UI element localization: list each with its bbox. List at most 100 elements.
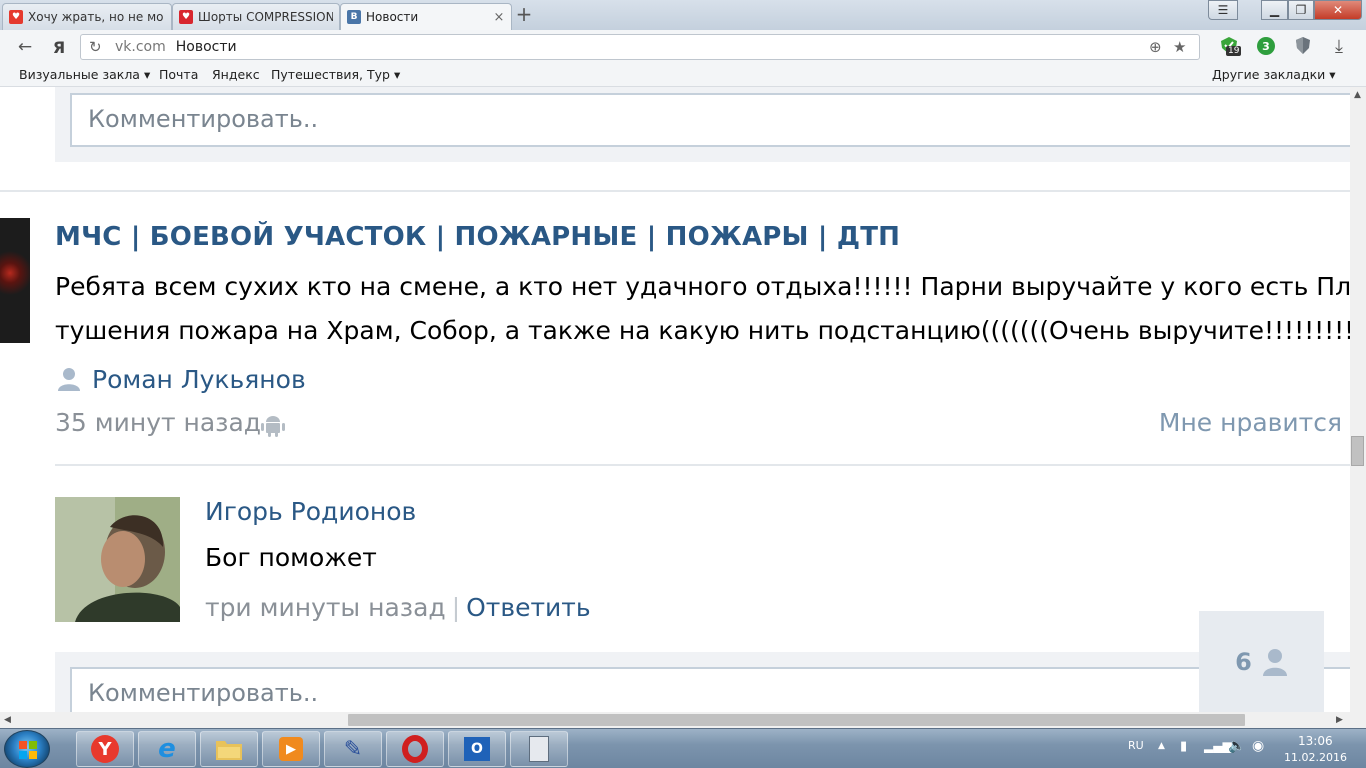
tools-icon: ✎ [343,736,363,762]
close-tab-icon[interactable]: × [493,10,505,25]
tab-1[interactable]: ♥ Хочу жрать, но не мо [2,3,172,30]
vk-favicon-icon: B [347,10,361,24]
bookmark-mail[interactable]: Почта [159,67,198,82]
zoom-icon[interactable]: ⊕ [1149,38,1162,56]
back-arrow-icon[interactable]: ← [14,36,36,58]
tab-bar: ♥ Хочу жрать, но не мо ♥ Шорты COMPRESSI… [0,0,1366,30]
comment-time[interactable]: три минуты назад [205,593,446,622]
post-text-line: тушения пожара на Храм, Собор, а также н… [55,316,1350,345]
address-bar[interactable]: ↻ vk.com Новости ⊕ ★ [80,34,1200,60]
tab-title: Новости [366,10,419,24]
green-extension-icon[interactable]: 3 [1255,35,1277,57]
language-indicator[interactable]: RU [1128,739,1144,752]
reply-link[interactable]: Ответить [466,593,590,622]
green-badge: 3 [1257,37,1275,55]
bookmark-label: Визуальные закла [19,67,140,82]
browser-toolbar: ← Я ↻ vk.com Новости ⊕ ★ [0,30,1366,63]
comment-author-link[interactable]: Игорь Родионов [205,497,416,526]
windows-taskbar: Y e ▶ ✎ O RU ▲ ▮ ▂▄▆ 🔈 ◉ 13:06 11.02.201… [0,728,1366,768]
comment-input-top[interactable]: Комментировать.. [70,93,1350,147]
taskbar-ie[interactable]: e [138,731,196,767]
address-domain: vk.com [115,39,166,55]
online-count: 6 [1235,647,1252,676]
taskbar-yandex-browser[interactable]: Y [76,731,134,767]
opera-icon [402,735,428,763]
minimize-button[interactable]: ▁ [1261,0,1288,20]
new-tab-button[interactable]: + [512,4,536,26]
shield-icon[interactable] [1292,35,1314,57]
tab-favicon-icon: ♥ [179,10,193,24]
tray-expand-icon[interactable]: ▲ [1158,741,1165,751]
online-friends-widget[interactable]: 6 [1199,611,1324,712]
vk-news-feed: Комментировать.. МЧС | БОЕВОЙ УЧАСТОК | … [0,87,1350,712]
user-icon [58,368,80,391]
group-name-link[interactable]: МЧС | БОЕВОЙ УЧАСТОК | ПОЖАРНЫЕ | ПОЖАРЫ… [55,222,900,252]
yandex-logo-icon[interactable]: Я [48,36,70,58]
media-player-icon: ▶ [279,737,303,761]
comment-meta: три минуты назад | Ответить [205,593,591,622]
outlook-icon: O [464,737,490,761]
comments-divider [55,464,1350,466]
tab-news[interactable]: B Новости × [340,3,512,30]
bookmarks-bar: Визуальные закла ▾ Почта Яндекс Путешест… [0,63,1366,87]
taskbar-calculator[interactable] [510,731,568,767]
comment-separator: | [451,593,461,622]
vertical-scrollbar[interactable] [1350,87,1366,712]
tray-app-icon[interactable]: ◉ [1252,738,1264,754]
taskbar-explorer[interactable] [200,731,258,767]
comment-area-top: Комментировать.. [55,87,1350,162]
taskbar-media-player[interactable]: ▶ [262,731,320,767]
taskbar-app[interactable]: ✎ [324,731,382,767]
menu-button[interactable]: ☰ [1208,0,1238,20]
internet-explorer-icon: e [158,734,176,764]
tab-title: Шорты COMPRESSION [198,10,333,24]
post-text-line: Ребята всем сухих кто на смене, а кто не… [55,272,1350,301]
clock-date[interactable]: 11.02.2016 [1284,751,1347,764]
like-button[interactable]: Мне нравится [1159,408,1342,437]
reload-icon[interactable]: ↻ [89,38,102,56]
comment-text: Бог поможет [205,543,377,572]
user-icon [1262,648,1287,676]
address-page-title: Новости [175,39,237,55]
close-window-button[interactable]: ✕ [1314,0,1362,20]
volume-icon[interactable]: 🔈 [1228,738,1245,754]
windows-logo-icon [19,741,37,759]
post-text: Ребята всем сухих кто на смене, а кто не… [55,265,1350,353]
taskbar-outlook[interactable]: O [448,731,506,767]
folder-icon [216,741,242,760]
maximize-button[interactable]: ❐ [1288,0,1314,20]
screen: ♥ Хочу жрать, но не мо ♥ Шорты COMPRESSI… [0,0,1366,768]
taskbar-opera[interactable] [386,731,444,767]
tab-favicon-icon: ♥ [9,10,23,24]
post-divider [0,190,1350,192]
other-bookmarks[interactable]: Другие закладки ▾ [1212,67,1336,82]
adblock-badge: 19 [1226,46,1242,56]
avatar-photo-icon [55,497,180,622]
post-author-link[interactable]: Роман Лукьянов [92,365,306,394]
bookmark-visual[interactable]: Визуальные закла ▾ [19,67,150,82]
group-avatar[interactable] [0,218,30,343]
commenter-avatar[interactable] [55,497,180,622]
scroll-up-icon[interactable]: ▲ [1354,90,1361,100]
scroll-left-icon[interactable]: ◀ [4,715,11,725]
calculator-icon [529,736,549,762]
bookmark-label: Другие закладки [1212,67,1326,82]
start-button[interactable] [4,730,50,768]
tab-title: Хочу жрать, но не мо [28,10,164,24]
clock-time[interactable]: 13:06 [1298,734,1333,748]
bookmark-label: Путешествия, Тур [271,67,390,82]
comment-area-bottom: Комментировать.. [55,652,1350,712]
vertical-scroll-thumb[interactable] [1351,436,1364,466]
bookmark-star-icon[interactable]: ★ [1173,38,1186,56]
download-icon[interactable]: ⤓ [1328,35,1350,57]
horizontal-scroll-thumb[interactable] [348,714,1245,726]
post-time[interactable]: 35 минут назад [55,408,261,437]
yandex-browser-icon: Y [91,735,119,763]
bookmark-yandex[interactable]: Яндекс [212,67,260,82]
scroll-right-icon[interactable]: ▶ [1336,715,1343,725]
android-icon [261,416,285,437]
bookmark-travel[interactable]: Путешествия, Тур ▾ [271,67,400,82]
tab-2[interactable]: ♥ Шорты COMPRESSION [172,3,340,30]
comment-input-bottom[interactable]: Комментировать.. [70,667,1350,712]
tray-battery-icon[interactable]: ▮ [1180,739,1187,754]
